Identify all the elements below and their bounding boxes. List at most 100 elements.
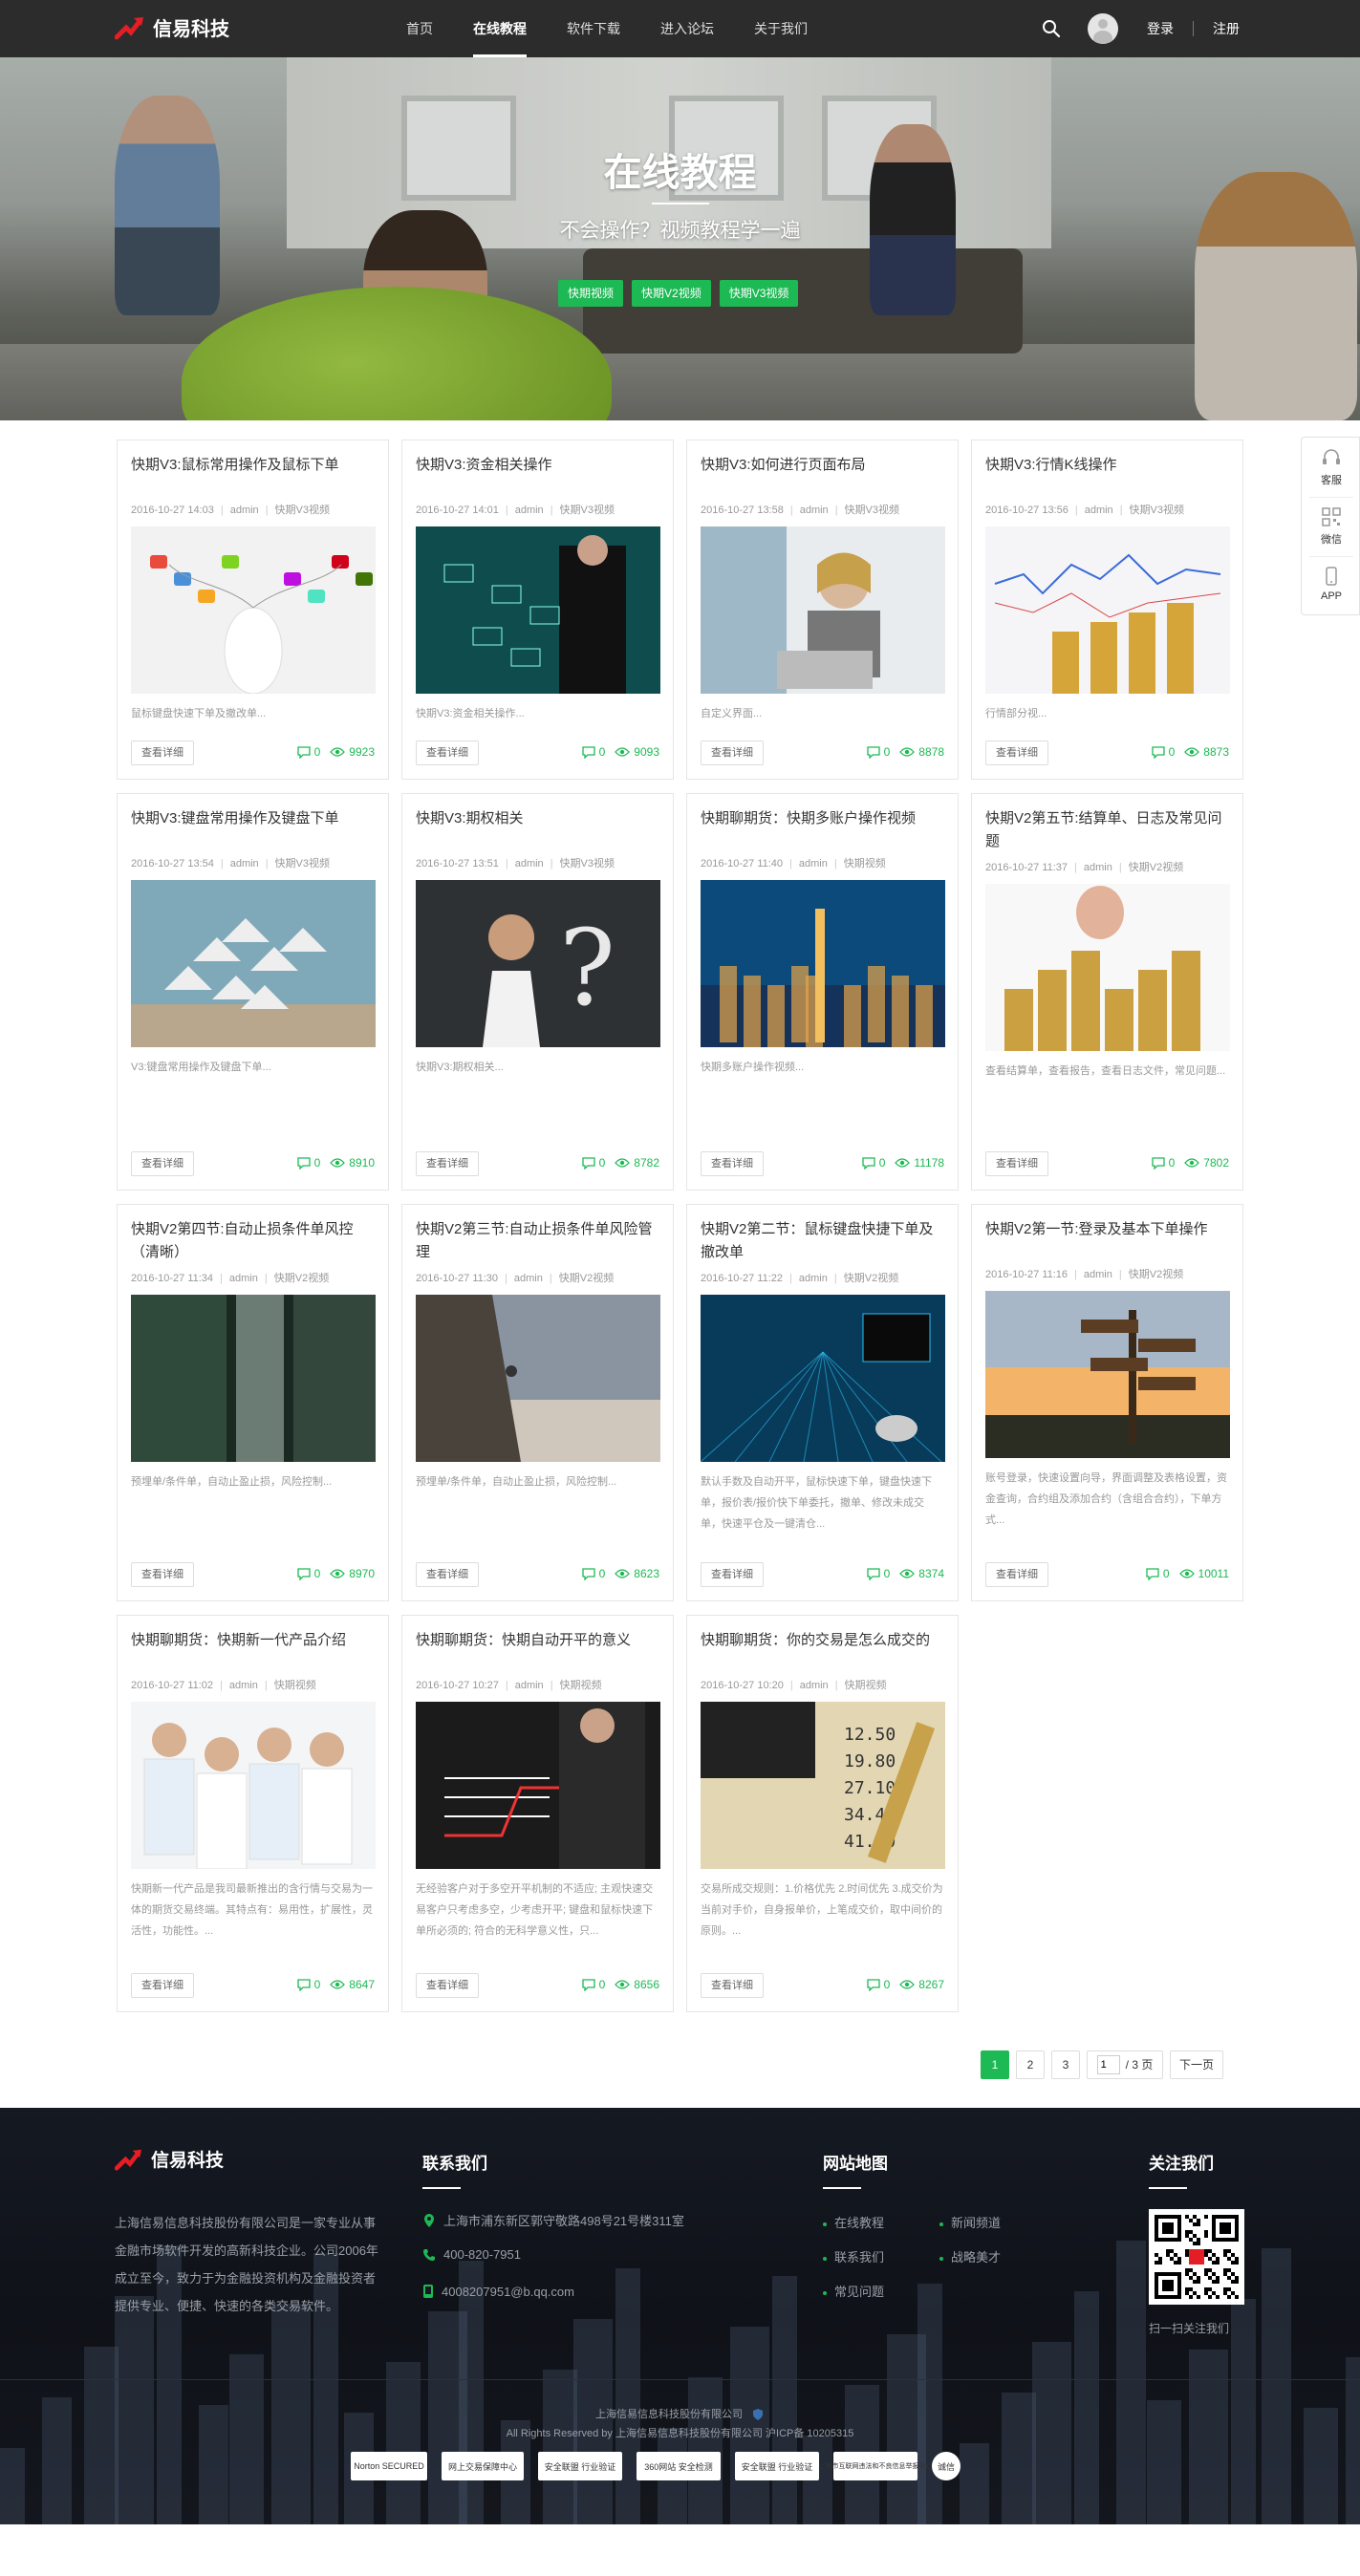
- sitemap-link-news[interactable]: 新闻频道: [939, 2213, 1001, 2231]
- card-category[interactable]: 快期视频: [844, 858, 886, 869]
- view-details-button[interactable]: 查看详细: [985, 1562, 1048, 1587]
- tutorial-card[interactable]: 快期V2第一节:登录及基本下单操作 2016-10-27 11:16 | admin |…: [971, 1204, 1243, 1601]
- tag-v2-video[interactable]: 快期V2视频: [632, 280, 711, 307]
- sitemap-link-talent[interactable]: 战略美才: [939, 2247, 1001, 2265]
- view-details-button[interactable]: 查看详细: [701, 1973, 764, 1998]
- tutorial-card[interactable]: 快期V2第二节：鼠标键盘快捷下单及撤改单 2016-10-27 11:22 | adm…: [686, 1204, 959, 1601]
- view-details-button[interactable]: 查看详细: [131, 741, 194, 765]
- footer-logo[interactable]: 信易科技: [115, 2146, 224, 2172]
- view-details-button[interactable]: 查看详细: [131, 1151, 194, 1176]
- card-category[interactable]: 快期V3视频: [1130, 504, 1184, 516]
- card-category[interactable]: 快期V2视频: [559, 1273, 614, 1284]
- brand-logo[interactable]: 信易科技: [115, 13, 229, 41]
- card-title[interactable]: 快期聊期货：快期新一代产品介绍: [131, 1629, 376, 1652]
- card-category[interactable]: 快期视频: [560, 1680, 602, 1691]
- nav-download[interactable]: 软件下载: [567, 0, 620, 57]
- card-title[interactable]: 快期V2第二节：鼠标键盘快捷下单及撤改单: [701, 1218, 945, 1264]
- tutorial-card[interactable]: 快期聊期货：你的交易是怎么成交的 2016-10-27 10:20 | admin | 快…: [686, 1615, 959, 2012]
- card-title[interactable]: 快期V3:期权相关: [416, 807, 660, 830]
- card-category[interactable]: 快期V3视频: [845, 504, 899, 516]
- card-category[interactable]: 快期V2视频: [1129, 862, 1183, 873]
- card-title[interactable]: 快期V3:如何进行页面布局: [701, 454, 945, 477]
- card-thumbnail[interactable]: [985, 884, 1230, 1051]
- card-thumbnail[interactable]: 12.50 19.80 27.10 34.40 41.70: [701, 1702, 945, 1869]
- search-icon[interactable]: [1042, 19, 1061, 38]
- card-category[interactable]: 快期V3视频: [560, 858, 615, 869]
- card-thumbnail[interactable]: [416, 1702, 660, 1869]
- security-alliance-badge[interactable]: 安全联盟 行业验证: [538, 2452, 622, 2480]
- tutorial-card[interactable]: 快期聊期货：快期新一代产品介绍 2016-10-27 11:02 | admin | 快期…: [117, 1615, 389, 2012]
- card-thumbnail[interactable]: [131, 1295, 376, 1462]
- credit-seal-badge[interactable]: 诚信: [932, 2452, 961, 2480]
- card-title[interactable]: 快期V2第三节:自动止损条件单风险管理: [416, 1218, 660, 1264]
- card-category[interactable]: 快期视频: [845, 1680, 887, 1691]
- card-thumbnail[interactable]: ?: [416, 880, 660, 1047]
- page-1-button[interactable]: 1: [981, 2050, 1009, 2079]
- card-title[interactable]: 快期聊期货：你的交易是怎么成交的: [701, 1629, 945, 1652]
- card-title[interactable]: 快期V2第五节:结算单、日志及常见问题: [985, 807, 1230, 853]
- sitemap-link-faq[interactable]: 常见问题: [823, 2282, 884, 2300]
- view-details-button[interactable]: 查看详细: [701, 1151, 764, 1176]
- tutorial-card[interactable]: 快期V3:鼠标常用操作及鼠标下单 2016-10-27 14:03 | admin | 快…: [117, 440, 389, 780]
- security-alliance-badge[interactable]: 安全联盟 行业验证: [735, 2452, 819, 2480]
- tutorial-card[interactable]: 快期V2第五节:结算单、日志及常见问题 2016-10-27 11:37 | admi…: [971, 793, 1243, 1191]
- footer-email[interactable]: 4008207951@b.qq.com: [422, 2284, 574, 2299]
- tutorial-card[interactable]: 快期V3:期权相关 2016-10-27 13:51 | admin | 快期V3视频? 快…: [401, 793, 674, 1191]
- card-category[interactable]: 快期视频: [274, 1680, 316, 1691]
- card-thumbnail[interactable]: [701, 1295, 945, 1462]
- tutorial-card[interactable]: 快期聊期货：快期自动开平的意义 2016-10-27 10:27 | admin | 快期…: [401, 1615, 674, 2012]
- next-page-button[interactable]: 下一页: [1170, 2050, 1223, 2079]
- card-category[interactable]: 快期V2视频: [274, 1273, 329, 1284]
- page-2-button[interactable]: 2: [1016, 2050, 1045, 2079]
- nav-home[interactable]: 首页: [406, 0, 433, 57]
- trade-protection-badge[interactable]: 网上交易保障中心: [442, 2452, 524, 2480]
- tutorial-card[interactable]: 快期V3:如何进行页面布局 2016-10-27 13:58 | admin | 快期V3…: [686, 440, 959, 780]
- card-thumbnail[interactable]: [416, 1295, 660, 1462]
- card-category[interactable]: 快期V2视频: [1129, 1269, 1183, 1280]
- card-title[interactable]: 快期聊期货：快期自动开平的意义: [416, 1629, 660, 1652]
- tutorial-card[interactable]: 快期V3:键盘常用操作及键盘下单 2016-10-27 13:54 | admin | 快…: [117, 793, 389, 1191]
- sidebar-item-app[interactable]: APP: [1302, 556, 1360, 613]
- view-details-button[interactable]: 查看详细: [131, 1973, 194, 1998]
- sidebar-item-wechat[interactable]: 微信: [1302, 497, 1360, 554]
- tutorial-card[interactable]: 快期V2第三节:自动止损条件单风险管理 2016-10-27 11:30 | admi…: [401, 1204, 674, 1601]
- nav-tutorials[interactable]: 在线教程: [473, 0, 527, 57]
- card-title[interactable]: 快期V2第四节:自动止损条件单风控（清晰）: [131, 1218, 376, 1264]
- card-thumbnail[interactable]: [985, 526, 1230, 694]
- card-category[interactable]: 快期V3视频: [275, 504, 330, 516]
- card-thumbnail[interactable]: [701, 526, 945, 694]
- sitemap-link-tutorials[interactable]: 在线教程: [823, 2213, 884, 2231]
- page-jump-input[interactable]: [1096, 2055, 1120, 2074]
- view-details-button[interactable]: 查看详细: [985, 741, 1048, 765]
- register-link[interactable]: 注册: [1213, 19, 1240, 38]
- card-thumbnail[interactable]: [701, 880, 945, 1047]
- view-details-button[interactable]: 查看详细: [701, 741, 764, 765]
- card-title[interactable]: 快期V2第一节:登录及基本下单操作: [985, 1218, 1230, 1241]
- card-thumbnail[interactable]: [131, 526, 376, 694]
- norton-badge[interactable]: Norton SECURED: [351, 2452, 427, 2480]
- card-category[interactable]: 快期V3视频: [275, 858, 330, 869]
- view-details-button[interactable]: 查看详细: [985, 1151, 1048, 1176]
- card-title[interactable]: 快期V3:行情K线操作: [985, 454, 1230, 477]
- card-title[interactable]: 快期V3:键盘常用操作及键盘下单: [131, 807, 376, 830]
- avatar[interactable]: [1088, 13, 1118, 44]
- view-details-button[interactable]: 查看详细: [416, 1151, 479, 1176]
- card-title[interactable]: 快期V3:鼠标常用操作及鼠标下单: [131, 454, 376, 477]
- tag-kuaiqi-video[interactable]: 快期视频: [558, 280, 624, 307]
- nav-forum[interactable]: 进入论坛: [660, 0, 714, 57]
- card-category[interactable]: 快期V2视频: [844, 1273, 898, 1284]
- card-title[interactable]: 快期聊期货：快期多账户操作视频: [701, 807, 945, 830]
- 360-security-badge[interactable]: 360网站 安全检测: [637, 2452, 721, 2480]
- view-details-button[interactable]: 查看详细: [131, 1562, 194, 1587]
- card-thumbnail[interactable]: [416, 526, 660, 694]
- card-category[interactable]: 快期V3视频: [560, 504, 615, 516]
- card-thumbnail[interactable]: [985, 1291, 1230, 1458]
- view-details-button[interactable]: 查看详细: [701, 1562, 764, 1587]
- tutorial-card[interactable]: 快期V3:资金相关操作 2016-10-27 14:01 | admin | 快期V3视频…: [401, 440, 674, 780]
- card-title[interactable]: 快期V3:资金相关操作: [416, 454, 660, 477]
- report-center-badge[interactable]: 上海市互联网违法和不良信息举报中心: [819, 2452, 933, 2480]
- sidebar-item-service[interactable]: 客服: [1302, 438, 1360, 495]
- view-details-button[interactable]: 查看详细: [416, 1973, 479, 1998]
- tutorial-card[interactable]: 快期V3:行情K线操作 2016-10-27 13:56 | admin | 快期V3视频…: [971, 440, 1243, 780]
- tutorial-card[interactable]: 快期V2第四节:自动止损条件单风控（清晰） 2016-10-27 11:34 | ad…: [117, 1204, 389, 1601]
